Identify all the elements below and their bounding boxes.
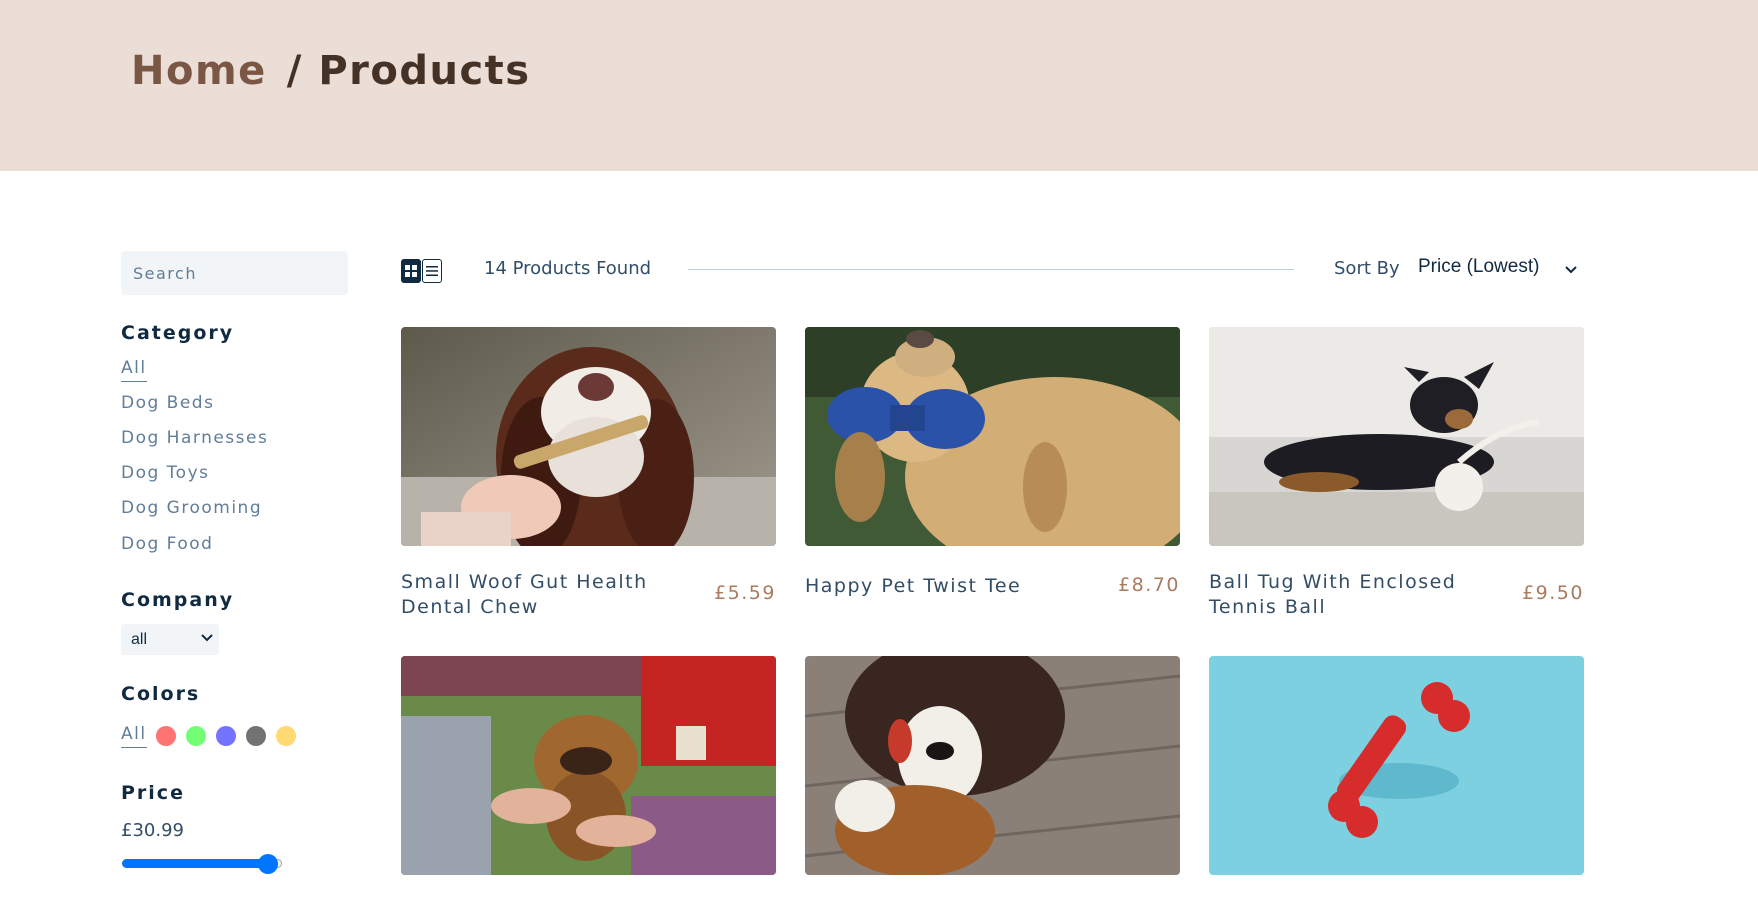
page-hero: Home / Products [0, 0, 1758, 171]
search-input[interactable] [121, 251, 348, 295]
dog-with-rope-ball-image [1209, 327, 1584, 546]
colors-heading: Colors [121, 683, 201, 705]
color-swatch-black[interactable] [246, 726, 266, 746]
labrador-with-blue-toy-image [805, 327, 1180, 546]
category-heading: Category [121, 322, 235, 344]
grid-view-button[interactable] [401, 259, 421, 283]
collie-with-plush-toy-image [805, 656, 1180, 875]
product-price: £8.70 [1118, 574, 1180, 596]
product-name: Ball Tug With Enclosed Tennis Ball [1209, 571, 1457, 618]
breadcrumb-separator: / [286, 48, 303, 94]
spaniel-with-chew-image [401, 327, 776, 546]
category-item-dog-food[interactable]: Dog Food [121, 534, 213, 554]
product-card[interactable] [401, 656, 776, 875]
sort-label: Sort By [1334, 258, 1400, 279]
color-swatch-yellow[interactable] [276, 726, 296, 746]
color-swatch-blue[interactable] [216, 726, 236, 746]
breadcrumb-current: Products [318, 48, 531, 94]
price-value: £30.99 [121, 820, 184, 841]
product-price: £5.59 [714, 582, 776, 604]
product-price: £9.50 [1522, 582, 1584, 604]
product-name: Small Woof Gut Health Dental Chew [401, 571, 648, 618]
color-swatch-red[interactable] [156, 726, 176, 746]
list-view-icon [426, 266, 438, 276]
category-item-all[interactable]: All [121, 358, 147, 382]
chevron-down-icon [201, 634, 213, 642]
toolbar-divider [688, 269, 1294, 270]
product-image[interactable] [1209, 656, 1584, 875]
color-swatch-green[interactable] [186, 726, 206, 746]
breadcrumb: Home / Products [131, 48, 531, 94]
category-item-dog-toys[interactable]: Dog Toys [121, 463, 210, 483]
price-slider-thumb[interactable] [258, 854, 278, 874]
price-heading: Price [121, 782, 185, 804]
company-heading: Company [121, 589, 235, 611]
sort-select[interactable]: Price (Lowest) [1418, 256, 1539, 278]
category-item-dog-harnesses[interactable]: Dog Harnesses [121, 428, 268, 448]
color-filter-all[interactable]: All [121, 724, 147, 748]
category-item-dog-beds[interactable]: Dog Beds [121, 393, 214, 413]
product-image[interactable] [401, 656, 776, 875]
chevron-down-icon [1565, 266, 1577, 274]
product-image[interactable] [805, 327, 1180, 546]
product-image[interactable] [401, 327, 776, 546]
product-card[interactable]: Happy Pet Twist Tee £8.70 [805, 327, 1180, 597]
product-name: Happy Pet Twist Tee [805, 575, 1022, 597]
product-card[interactable] [1209, 656, 1584, 875]
category-item-dog-grooming[interactable]: Dog Grooming [121, 498, 262, 518]
griffon-being-groomed-image [401, 656, 776, 875]
list-view-button[interactable] [422, 259, 442, 283]
product-card[interactable]: Small Woof Gut Health Dental Chew £5.59 [401, 327, 776, 618]
product-card[interactable] [805, 656, 1180, 875]
product-image[interactable] [805, 656, 1180, 875]
red-bone-on-blue-image [1209, 656, 1584, 875]
product-card[interactable]: Ball Tug With Enclosed Tennis Ball £9.50 [1209, 327, 1584, 618]
grid-view-icon [405, 265, 417, 277]
breadcrumb-home-link[interactable]: Home [131, 48, 267, 94]
products-count: 14 Products Found [484, 258, 652, 279]
product-image[interactable] [1209, 327, 1584, 546]
